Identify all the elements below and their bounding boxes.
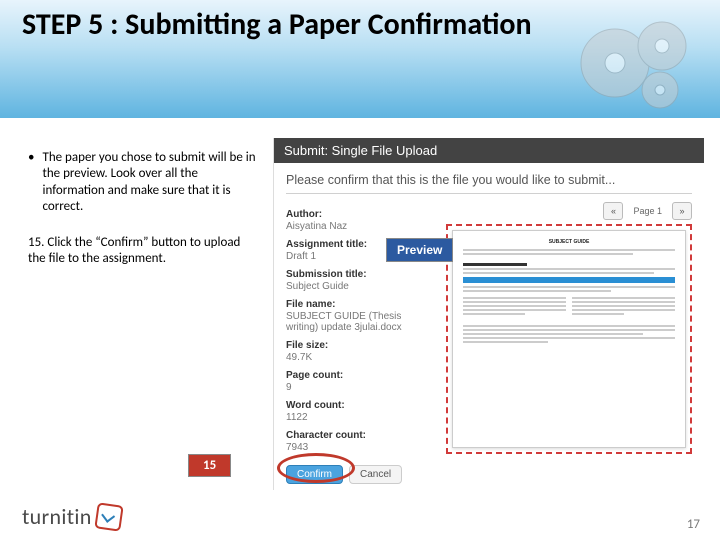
confirm-message: Please confirm that this is the file you… (286, 173, 692, 187)
charcount-value: 7943 (286, 442, 436, 453)
author-value: Aisyatina Naz (286, 221, 436, 232)
author-label: Author: (286, 209, 436, 220)
instruction-text: • The paper you chose to submit will be … (28, 150, 258, 268)
wordcount-value: 1122 (286, 412, 436, 423)
gears-graphic (570, 8, 700, 118)
filesize-value: 49.7K (286, 352, 436, 363)
slide-title: STEP 5 : Submitting a Paper Confirmation (22, 8, 532, 43)
panel-header: Submit: Single File Upload (274, 138, 704, 163)
callout-15: 15 (188, 454, 231, 477)
prev-page-button[interactable]: « (603, 202, 623, 220)
document-preview: SUBJECT GUIDE (452, 230, 686, 448)
preview-tag: Preview (386, 238, 453, 262)
preview-column: « Page 1 » Preview SUBJECT GUIDE (446, 202, 692, 454)
filesize-label: File size: (286, 340, 436, 351)
filename-value: SUBJECT GUIDE (Thesis writing) update 3j… (286, 311, 436, 333)
submission-label: Submission title: (286, 269, 436, 280)
page-label: Page 1 (629, 206, 666, 216)
turnitin-logo: turnitin (22, 503, 122, 530)
bullet-text: The paper you chose to submit will be in… (42, 150, 258, 215)
next-page-button[interactable]: » (672, 202, 692, 220)
confirm-highlight-oval (277, 453, 355, 483)
filename-label: File name: (286, 299, 436, 310)
submit-panel: Submit: Single File Upload Please confir… (273, 138, 704, 490)
pagecount-label: Page count: (286, 370, 436, 381)
preview-highlight-box: Preview SUBJECT GUIDE (446, 224, 692, 454)
submission-value: Subject Guide (286, 281, 436, 292)
logo-icon (94, 502, 123, 531)
charcount-label: Character count: (286, 430, 436, 441)
pager: « Page 1 » (446, 202, 692, 220)
cancel-button[interactable]: Cancel (349, 465, 402, 484)
page-number: 17 (687, 517, 700, 532)
step-15-text: 15. Click the “Confirm” button to upload… (28, 235, 258, 268)
wordcount-label: Word count: (286, 400, 436, 411)
divider (286, 193, 692, 194)
logo-text: turnitin (22, 503, 92, 530)
pagecount-value: 9 (286, 382, 436, 393)
bullet-dot: • (28, 150, 34, 215)
